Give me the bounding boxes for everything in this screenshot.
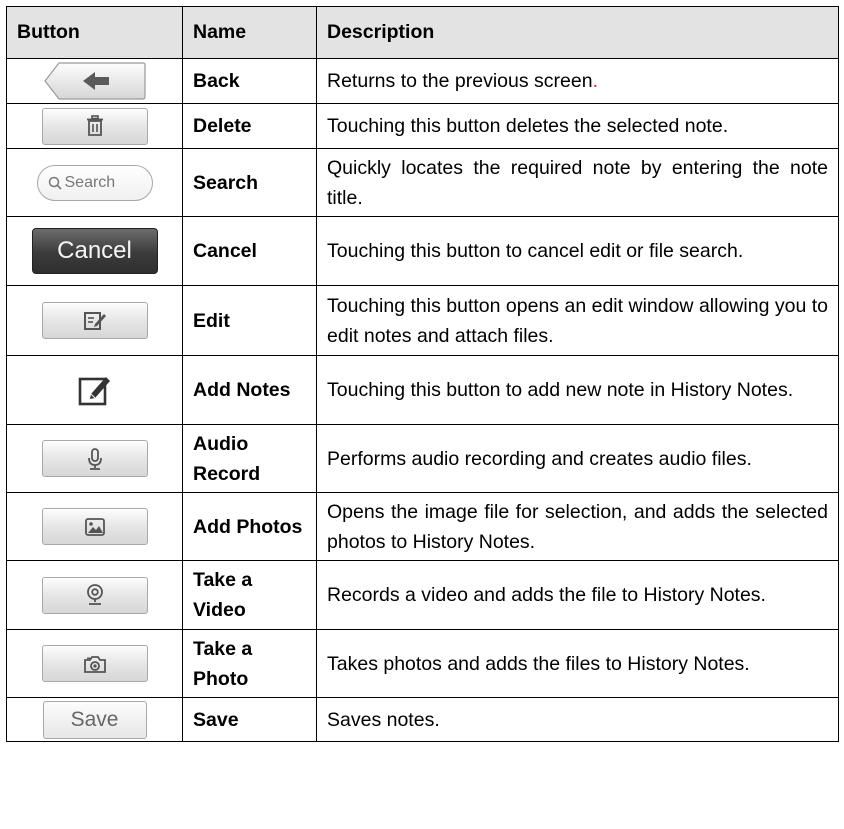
add-notes-button[interactable]: [73, 368, 117, 412]
button-cell: [6, 355, 183, 425]
row-description: Touching this button to cancel edit or f…: [316, 216, 839, 286]
row-name: Take a Photo: [182, 629, 317, 698]
edit-button[interactable]: [41, 302, 148, 339]
header-description: Description: [316, 6, 839, 59]
camera-icon: [83, 655, 106, 673]
search-icon: [48, 176, 62, 190]
search-button-label: Search: [64, 173, 116, 191]
row-description: Performs audio recording and creates aud…: [316, 424, 839, 493]
button-cell: [6, 58, 183, 104]
delete-button[interactable]: [41, 107, 148, 145]
row-name: Add Notes: [182, 355, 317, 425]
table-row: Add Notes Touching this button to add ne…: [6, 355, 839, 425]
row-description: Touching this button to add new note in …: [316, 355, 839, 425]
back-button[interactable]: [43, 61, 147, 101]
button-cell: [6, 285, 183, 356]
table-row: Audio Record Performs audio recording an…: [6, 424, 839, 493]
row-name: Audio Record: [182, 424, 317, 493]
search-button[interactable]: Search: [36, 164, 153, 201]
header-name: Name: [182, 6, 317, 59]
button-cell: [6, 424, 183, 493]
row-name: Cancel: [182, 216, 317, 286]
header-button: Button: [6, 6, 183, 59]
table-row: Back Returns to the previous screen.: [6, 58, 839, 104]
table-row: Take a Photo Takes photos and adds the f…: [6, 629, 839, 698]
save-button[interactable]: Save: [42, 700, 147, 739]
table-header-row: Button Name Description: [6, 6, 839, 59]
row-description: Records a video and adds the file to His…: [316, 560, 839, 630]
back-arrow-icon: [43, 62, 146, 100]
row-description: Takes photos and adds the files to Histo…: [316, 629, 839, 698]
audio-record-button[interactable]: [41, 440, 148, 477]
row-name: Delete: [182, 103, 317, 149]
buttons-table: Button Name Description Back Returns to …: [6, 6, 839, 742]
table-row: Take a Video Records a video and adds th…: [6, 560, 839, 630]
row-description: Returns to the previous screen.: [316, 58, 839, 104]
row-description: Saves notes.: [316, 697, 839, 742]
row-name: Save: [182, 697, 317, 742]
photo-icon: [84, 517, 105, 536]
cancel-button[interactable]: Cancel: [31, 228, 158, 274]
table-row: Add Photos Opens the image file for sele…: [6, 492, 839, 561]
trash-icon: [86, 115, 103, 136]
button-cell: Save: [6, 697, 183, 742]
button-cell: [6, 103, 183, 149]
take-photo-button[interactable]: [41, 645, 148, 682]
row-description: Touching this button deletes the selecte…: [316, 103, 839, 149]
row-name: Back: [182, 58, 317, 104]
microphone-icon: [87, 447, 102, 470]
row-description: Quickly locates the required note by ent…: [316, 148, 839, 217]
webcam-icon: [86, 584, 103, 605]
add-note-icon: [78, 377, 110, 406]
add-photos-button[interactable]: [41, 508, 148, 545]
table-row: Save Save Saves notes.: [6, 697, 839, 742]
row-name: Edit: [182, 285, 317, 356]
row-description: Touching this button opens an edit windo…: [316, 285, 839, 356]
row-name: Add Photos: [182, 492, 317, 561]
row-description: Opens the image file for selection, and …: [316, 492, 839, 561]
row-name: Search: [182, 148, 317, 217]
button-cell: [6, 629, 183, 698]
button-cell: [6, 492, 183, 561]
button-cell: Cancel: [6, 216, 183, 286]
edit-icon: [83, 311, 106, 330]
table-row: Cancel Cancel Touching this button to ca…: [6, 216, 839, 286]
table-row: Edit Touching this button opens an edit …: [6, 285, 839, 356]
button-cell: [6, 560, 183, 630]
take-video-button[interactable]: [41, 576, 148, 614]
table-row: Search Search Quickly locates the requir…: [6, 148, 839, 217]
table-row: Delete Touching this button deletes the …: [6, 103, 839, 149]
button-cell: Search: [6, 148, 183, 217]
row-name: Take a Video: [182, 560, 317, 630]
